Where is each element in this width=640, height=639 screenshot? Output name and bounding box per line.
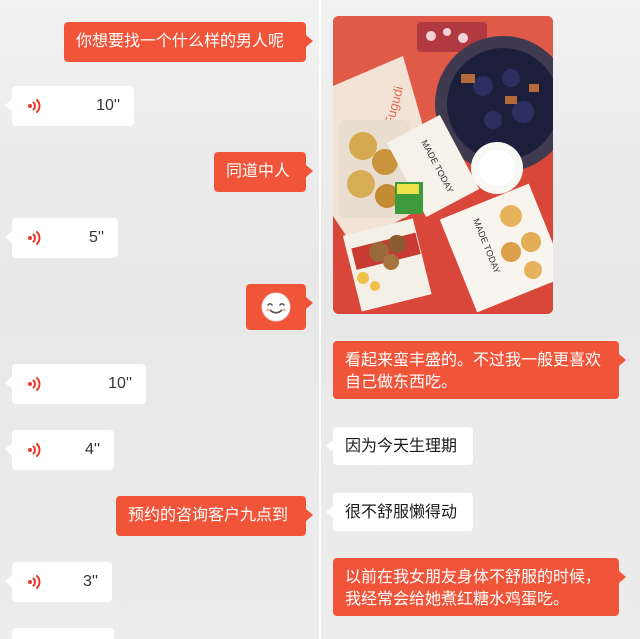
voice-duration: 10''	[96, 97, 120, 114]
voice-message-bubble-partial[interactable]	[12, 628, 114, 639]
voice-message-bubble[interactable]: 10''	[5, 86, 134, 126]
message-bubble-outgoing[interactable]: 你想要找一个什么样的男人呢	[64, 22, 313, 62]
voice-message-bubble[interactable]: 10''	[5, 364, 146, 404]
voice-message-bubble[interactable]: 5''	[5, 218, 118, 258]
voice-duration: 5''	[88, 229, 104, 246]
voice-duration: 3''	[82, 573, 98, 590]
message-text: 因为今天生理期	[345, 436, 458, 455]
voice-message-bubble[interactable]: 3''	[5, 562, 112, 602]
emoji-message-bubble[interactable]	[246, 284, 313, 330]
left-chat-panel: 你想要找一个什么样的男人呢 10'' 同道中人 5'' 10'' 4'' 预约的…	[0, 0, 319, 639]
voice-wave-icon	[26, 441, 44, 459]
smile-face-emoji	[261, 292, 291, 322]
message-text: 同道中人	[226, 161, 291, 180]
voice-wave-icon	[26, 229, 44, 247]
message-text: 预约的咨询客户九点到	[128, 505, 289, 524]
food-photo: Fugudi MADE TODAY MADE TODAY	[333, 16, 553, 314]
message-bubble-outgoing[interactable]: 同道中人	[214, 152, 313, 192]
voice-wave-icon	[26, 97, 44, 115]
voice-wave-icon	[26, 573, 44, 591]
message-bubble-incoming[interactable]: 因为今天生理期	[326, 427, 473, 465]
voice-duration: 4''	[84, 441, 100, 458]
voice-duration: 10''	[108, 375, 132, 392]
message-text: 很不舒服懒得动	[345, 502, 458, 521]
message-bubble-outgoing[interactable]: 看起来蛮丰盛的。不过我一般更喜欢自己做东西吃。	[333, 341, 626, 399]
message-text: 你想要找一个什么样的男人呢	[76, 31, 285, 50]
voice-message-bubble[interactable]: 4''	[5, 430, 114, 470]
message-bubble-outgoing[interactable]: 预约的咨询客户九点到	[116, 496, 313, 536]
message-bubble-incoming[interactable]: 很不舒服懒得动	[326, 493, 473, 531]
message-bubble-outgoing[interactable]: 以前在我女朋友身体不舒服的时候，我经常会给她煮红糖水鸡蛋吃。	[333, 558, 626, 616]
voice-wave-icon	[26, 375, 44, 393]
food-photo-message[interactable]: Fugudi MADE TODAY MADE TODAY	[333, 16, 553, 314]
message-text: 看起来蛮丰盛的。不过我一般更喜欢自己做东西吃。	[345, 350, 602, 391]
message-text: 以前在我女朋友身体不舒服的时候，我经常会给她煮红糖水鸡蛋吃。	[345, 567, 602, 608]
